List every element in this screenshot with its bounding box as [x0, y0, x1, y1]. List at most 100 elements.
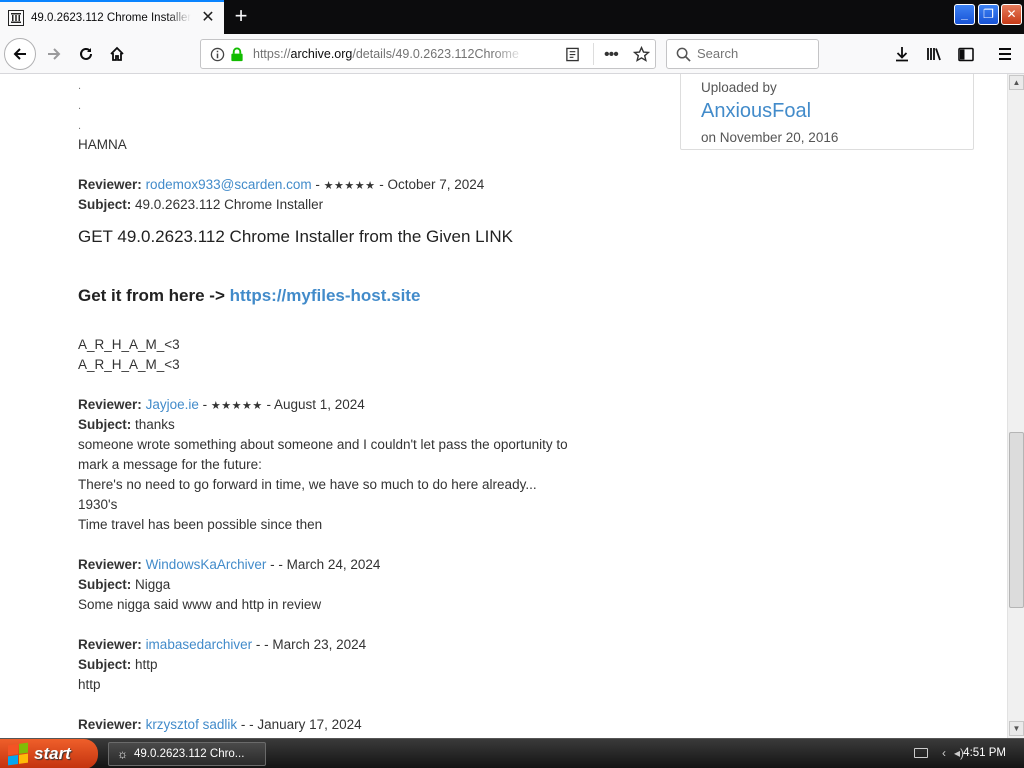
search-input[interactable] [697, 46, 807, 61]
review-date: - August 1, 2024 [266, 397, 365, 412]
review-date: - - March 23, 2024 [255, 637, 367, 652]
taskbar-window-item[interactable]: ☼ 49.0.2623.112 Chro... [108, 742, 266, 766]
page-viewport: Uploaded by AnxiousFoal on November 20, … [0, 74, 1007, 738]
url-host: archive.org [290, 47, 353, 61]
review-body-text: someone wrote something about someone an… [78, 437, 568, 452]
reviewer-link[interactable]: rodemox933@scarden.com [146, 177, 312, 192]
lock-icon[interactable] [230, 47, 244, 67]
review-date: - - March 24, 2024 [270, 557, 381, 572]
home-icon[interactable] [101, 38, 133, 70]
subject-text: thanks [135, 417, 175, 432]
search-icon [676, 47, 691, 67]
fragment-dot: . [78, 120, 82, 132]
reviewer-label: Reviewer: [78, 557, 142, 572]
taskbar-window-title: 49.0.2623.112 Chro... [134, 748, 245, 760]
review-subject: Subject: Nigga [78, 577, 170, 592]
reload-icon[interactable] [70, 38, 102, 70]
cta-link[interactable]: https://myfiles-host.site [230, 286, 421, 305]
review-body-text: There's no need to go forward in time, w… [78, 477, 537, 492]
subject-label: Subject: [78, 577, 132, 592]
subject-label: Subject: [78, 657, 132, 672]
reviewer-link[interactable]: krzysztof sadlik [146, 717, 238, 732]
review-subject: Subject: thanks [78, 417, 175, 432]
tab-title: 49.0.2623.112 Chrome Installer : Free Do… [31, 12, 191, 24]
forward-arrow-icon[interactable] [38, 38, 70, 70]
review-signature: A_R_H_A_M_<3 [78, 357, 180, 372]
review-body-text: 1930's [78, 497, 118, 512]
tray-expand-icon[interactable]: ‹ [942, 746, 946, 760]
start-label: start [34, 744, 71, 763]
url-text: https://archive.org/details/49.0.2623.11… [253, 47, 525, 61]
reviewer-label: Reviewer: [78, 177, 142, 192]
fragment-dot: . [78, 80, 82, 92]
uploader-panel: Uploaded by AnxiousFoal on November 20, … [680, 74, 974, 150]
subject-text: 49.0.2623.112 Chrome Installer [135, 197, 324, 212]
review-header: Reviewer: Jayjoe.ie - ★★★★★ - August 1, … [78, 397, 365, 412]
browser-app-icon: ☼ [117, 747, 128, 761]
browser-titlebar: 49.0.2623.112 Chrome Installer : Free Do… [0, 0, 1024, 34]
review-signature: A_R_H_A_M_<3 [78, 337, 180, 352]
vertical-scrollbar[interactable]: ▲ ▼ [1007, 74, 1024, 738]
search-bar[interactable] [666, 39, 819, 69]
review-body-text: mark a message for the future: [78, 457, 262, 472]
star-rating: ★★★★★ [210, 400, 263, 412]
url-scheme: https:// [253, 47, 291, 61]
start-button[interactable]: start [0, 739, 98, 768]
back-arrow-icon[interactable] [4, 38, 36, 70]
scroll-down-arrow-icon[interactable]: ▼ [1009, 721, 1024, 736]
plus-icon[interactable]: + [228, 4, 254, 30]
review-body-text: Some nigga said www and http in review [78, 597, 322, 612]
review-date: - October 7, 2024 [379, 177, 485, 192]
reader-view-icon[interactable] [565, 47, 580, 67]
bookmark-star-icon[interactable] [632, 45, 651, 68]
reviewer-label: Reviewer: [78, 717, 142, 732]
archive-favicon [8, 10, 24, 26]
close-icon[interactable]: ✕ [200, 10, 216, 26]
review-body-text: http [78, 677, 101, 692]
reviewer-link[interactable]: imabasedarchiver [146, 637, 253, 652]
keyboard-icon[interactable] [914, 748, 928, 758]
cta-text: Get it from here -> [78, 286, 230, 305]
uploaded-by-label: Uploaded by [701, 80, 777, 95]
download-icon[interactable] [886, 38, 918, 70]
reviewer-link[interactable]: WindowsKaArchiver [146, 557, 267, 572]
browser-tab-active[interactable]: 49.0.2623.112 Chrome Installer : Free Do… [0, 0, 224, 34]
maximize-window-button[interactable]: ❐ [978, 4, 999, 25]
minimize-window-button[interactable]: _ [954, 4, 975, 25]
system-tray: ‹ ◂) 4:51 PM [908, 739, 1024, 768]
close-window-button[interactable]: ✕ [1001, 4, 1022, 25]
url-bar[interactable]: https://archive.org/details/49.0.2623.11… [200, 39, 656, 69]
review-header: Reviewer: rodemox933@scarden.com - ★★★★★… [78, 177, 484, 192]
url-path: /details/49.0.2623.112Chrome [352, 47, 519, 61]
review-header: Reviewer: krzysztof sadlik - - January 1… [78, 717, 362, 732]
separator: - [315, 177, 320, 192]
review-body-text: HAMNA [78, 137, 127, 152]
more-icon[interactable]: ••• [604, 46, 619, 64]
windows-logo-icon [8, 742, 28, 766]
scroll-up-arrow-icon[interactable]: ▲ [1009, 75, 1024, 90]
scrollbar-thumb[interactable] [1009, 432, 1024, 608]
star-rating: ★★★★★ [323, 180, 376, 192]
menu-icon[interactable] [989, 38, 1021, 70]
subject-label: Subject: [78, 197, 132, 212]
os-taskbar: start ☼ 49.0.2623.112 Chro... ‹ ◂) 4:51 … [0, 738, 1024, 768]
review-heading: GET 49.0.2623.112 Chrome Installer from … [78, 227, 513, 246]
review-header: Reviewer: imabasedarchiver - - March 23,… [78, 637, 366, 652]
subject-text: Nigga [135, 577, 171, 592]
info-icon[interactable] [210, 47, 225, 67]
reviewer-link[interactable]: Jayjoe.ie [146, 397, 199, 412]
upload-date: on November 20, 2016 [701, 130, 839, 145]
browser-navbar: https://archive.org/details/49.0.2623.11… [0, 34, 1024, 74]
system-clock: 4:51 PM [963, 747, 1006, 759]
reviewer-label: Reviewer: [78, 397, 142, 412]
separator: - [202, 397, 208, 412]
review-subject: Subject: 49.0.2623.112 Chrome Installer [78, 197, 323, 212]
sidebar-icon[interactable] [950, 38, 982, 70]
fragment-dot: . [78, 100, 82, 112]
review-subject: Subject: http [78, 657, 158, 672]
review-date: - - January 17, 2024 [240, 717, 362, 732]
uploader-name-link[interactable]: AnxiousFoal [701, 100, 811, 123]
reviewer-label: Reviewer: [78, 637, 142, 652]
review-cta: Get it from here -> https://myfiles-host… [78, 286, 420, 306]
library-icon[interactable] [918, 38, 950, 70]
